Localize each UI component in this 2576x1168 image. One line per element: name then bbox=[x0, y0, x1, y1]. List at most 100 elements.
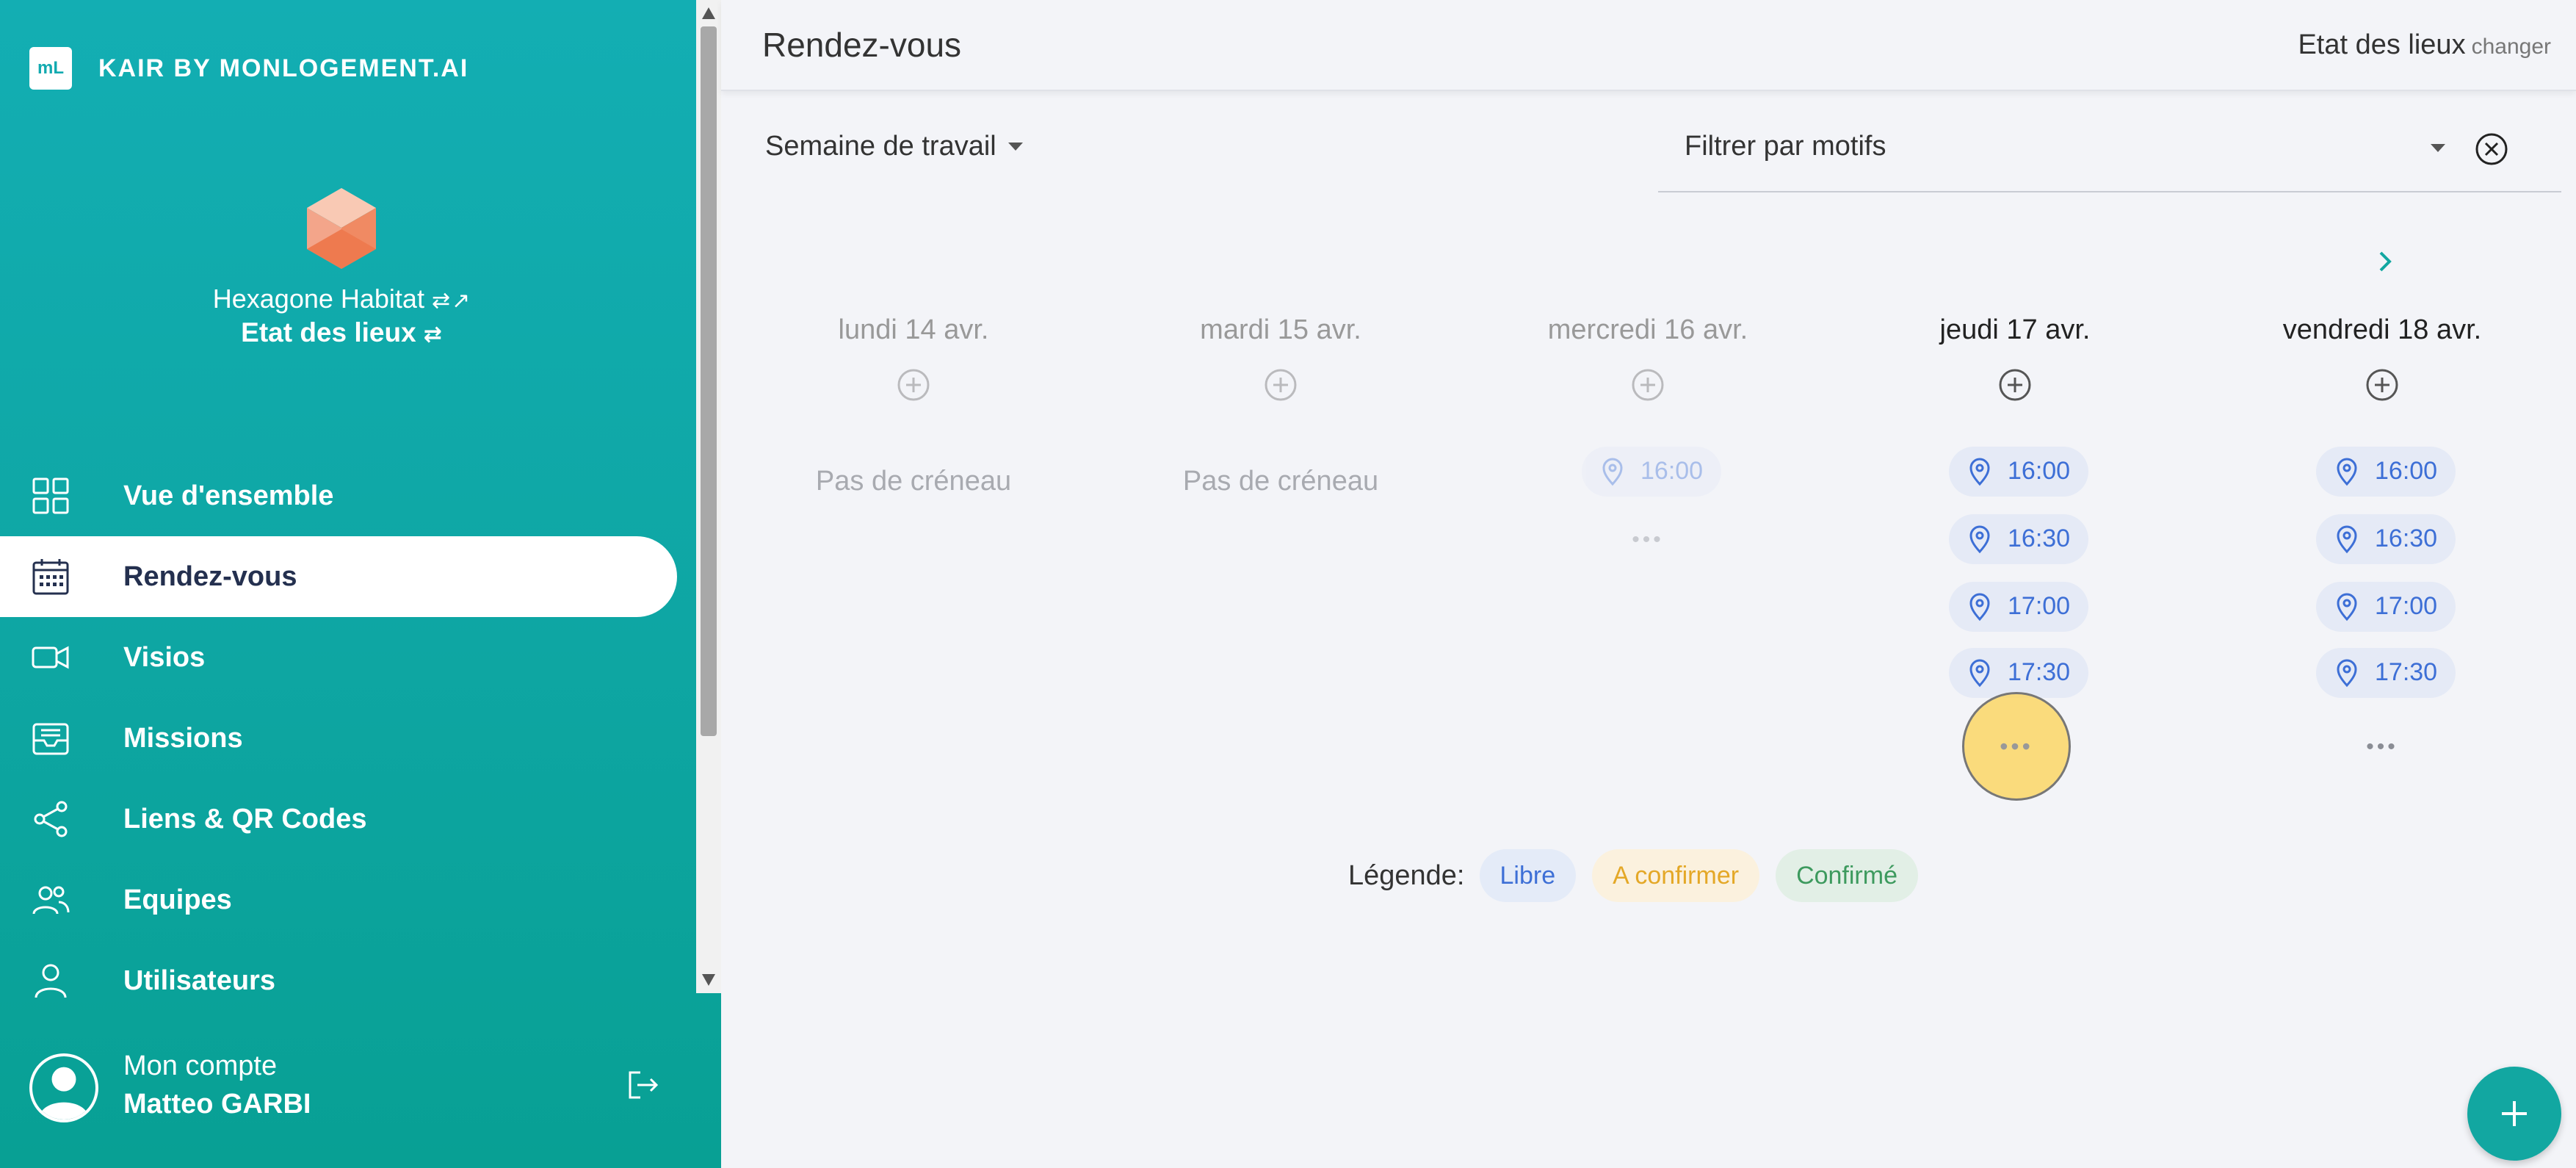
day-title: jeudi 17 avr. bbox=[1939, 314, 2091, 345]
slot-time: 16:00 bbox=[1640, 457, 1704, 485]
calendar-icon bbox=[32, 559, 69, 595]
time-slot[interactable]: 16:00 bbox=[2316, 447, 2456, 497]
avatar-icon bbox=[39, 1067, 89, 1120]
location-pin-icon bbox=[1969, 593, 1990, 621]
location-pin-icon bbox=[2337, 525, 2357, 554]
location-pin-icon bbox=[1969, 525, 1990, 554]
grid-icon bbox=[32, 477, 69, 514]
sidebar-item-liens-qr[interactable]: Liens & QR Codes bbox=[0, 779, 677, 859]
next-week-icon[interactable] bbox=[2370, 247, 2400, 276]
inbox-icon bbox=[32, 723, 69, 755]
chevron-down-icon bbox=[1007, 143, 1023, 151]
sidebar-item-rendez-vous[interactable]: Rendez-vous bbox=[0, 536, 677, 617]
legend-libre: Libre bbox=[1479, 849, 1577, 902]
change-context-link[interactable]: changer bbox=[2472, 35, 2551, 59]
slot-time: 16:30 bbox=[2375, 524, 2438, 552]
organization-name-label: Hexagone Habitat bbox=[212, 284, 424, 314]
organization-context-label: Etat des lieux bbox=[241, 317, 416, 347]
add-slot-icon[interactable] bbox=[1263, 367, 1298, 403]
legend-a-confirmer: A confirmer bbox=[1592, 849, 1760, 902]
legend-title: Légende: bbox=[1348, 859, 1465, 891]
legend-confirme: Confirmé bbox=[1776, 849, 1918, 902]
time-slot[interactable]: 17:30 bbox=[2316, 648, 2456, 698]
sidebar-item-label: Vue d'ensemble bbox=[123, 480, 334, 511]
location-pin-icon bbox=[1969, 659, 1990, 688]
organization-name[interactable]: Hexagone Habitat ⇄↗ bbox=[0, 284, 683, 314]
time-slot[interactable]: 17:00 bbox=[1949, 582, 2088, 632]
add-appointment-button[interactable] bbox=[2467, 1067, 2561, 1161]
sidebar-item-label: Missions bbox=[123, 722, 243, 754]
brand-logo: mL bbox=[29, 47, 72, 90]
time-slot[interactable]: 16:30 bbox=[2316, 514, 2456, 564]
time-slot[interactable]: 17:00 bbox=[2316, 582, 2456, 632]
add-slot-icon[interactable] bbox=[1630, 367, 1665, 403]
slot-time: 16:30 bbox=[2008, 524, 2071, 552]
motif-filter-select[interactable]: Filtrer par motifs bbox=[1658, 118, 2561, 192]
sidebar-item-label: Liens & QR Codes bbox=[123, 803, 367, 834]
context-selector: Etat des lieux changer bbox=[2298, 29, 2551, 61]
time-slot[interactable]: 16:00 bbox=[1949, 447, 2088, 497]
slot-time: 17:00 bbox=[2375, 592, 2438, 620]
video-icon bbox=[32, 646, 69, 669]
scroll-down-arrow[interactable] bbox=[702, 974, 715, 986]
location-pin-icon bbox=[1969, 458, 1990, 486]
brand-name: KAIR BY MONLOGEMENT.AI bbox=[98, 54, 469, 82]
sidebar-item-label: Utilisateurs bbox=[123, 965, 275, 996]
organization-logo-icon bbox=[307, 188, 376, 269]
location-pin-icon bbox=[1602, 458, 1623, 486]
logout-icon[interactable] bbox=[624, 1067, 661, 1103]
more-slots-button[interactable]: ••• bbox=[2345, 735, 2419, 759]
organization-context[interactable]: Etat des lieux ⇄ bbox=[0, 317, 683, 348]
sidebar-item-equipes[interactable]: Equipes bbox=[0, 859, 677, 940]
more-slots-button[interactable]: ••• bbox=[1611, 527, 1685, 552]
external-link-icon[interactable]: ↗ bbox=[452, 289, 470, 313]
location-pin-icon bbox=[2337, 593, 2357, 621]
brand[interactable]: mL KAIR BY MONLOGEMENT.AI bbox=[29, 47, 468, 90]
scroll-up-arrow[interactable] bbox=[702, 7, 715, 19]
no-slot-message: Pas de créneau bbox=[1182, 466, 1379, 497]
time-slot[interactable]: 16:30 bbox=[1949, 514, 2088, 564]
header: Rendez-vous Etat des lieux changer bbox=[721, 0, 2576, 91]
week-view-dropdown[interactable]: Semaine de travail bbox=[765, 131, 1023, 162]
account-name: Matteo GARBI bbox=[123, 1089, 311, 1120]
account-label: Mon compte bbox=[123, 1050, 278, 1081]
switch-organization-icon[interactable]: ⇄ bbox=[432, 289, 450, 313]
scroll-thumb[interactable] bbox=[701, 26, 717, 736]
filter-placeholder: Filtrer par motifs bbox=[1685, 131, 1886, 162]
clear-filter-icon[interactable] bbox=[2475, 132, 2508, 166]
location-pin-icon bbox=[2337, 458, 2357, 486]
day-title: vendredi 18 avr. bbox=[2282, 314, 2482, 345]
add-slot-icon[interactable] bbox=[1997, 367, 2033, 403]
account-section[interactable]: Mon compte Matteo GARBI bbox=[29, 1050, 676, 1124]
sidebar-scrollbar[interactable] bbox=[696, 0, 721, 993]
sidebar-item-label: Visios bbox=[123, 641, 206, 673]
day-title: lundi 14 avr. bbox=[838, 314, 989, 345]
switch-context-icon[interactable]: ⇄ bbox=[424, 322, 442, 347]
day-title: mercredi 16 avr. bbox=[1547, 314, 1748, 345]
sidebar-item-visios[interactable]: Visios bbox=[0, 617, 677, 698]
no-slot-message: Pas de créneau bbox=[815, 466, 1012, 497]
legend: Légende: Libre A confirmer Confirmé bbox=[1348, 849, 1934, 902]
week-view-label: Semaine de travail bbox=[765, 131, 996, 162]
user-icon bbox=[35, 964, 67, 998]
sidebar-item-utilisateurs[interactable]: Utilisateurs bbox=[0, 940, 677, 1021]
avatar[interactable] bbox=[29, 1053, 98, 1122]
more-slots-button[interactable]: ••• bbox=[1962, 692, 2071, 801]
add-slot-icon[interactable] bbox=[2365, 367, 2400, 403]
sidebar: mL KAIR BY MONLOGEMENT.AI Hexagone Habit… bbox=[0, 0, 721, 1168]
sidebar-item-label: Rendez-vous bbox=[123, 560, 297, 592]
slot-time: 16:00 bbox=[2008, 457, 2071, 485]
add-slot-icon[interactable] bbox=[896, 367, 931, 403]
plus-icon bbox=[2502, 1101, 2527, 1126]
slot-time: 16:00 bbox=[2375, 457, 2438, 485]
slot-time: 17:30 bbox=[2008, 658, 2071, 686]
context-label: Etat des lieux bbox=[2298, 29, 2466, 60]
location-pin-icon bbox=[2337, 659, 2357, 688]
sidebar-item-label: Equipes bbox=[123, 884, 232, 915]
time-slot[interactable]: 16:00 bbox=[1582, 447, 1721, 497]
time-slot[interactable]: 17:30 bbox=[1949, 648, 2088, 698]
day-title: mardi 15 avr. bbox=[1200, 314, 1361, 345]
sidebar-item-vue-ensemble[interactable]: Vue d'ensemble bbox=[0, 455, 677, 536]
page-title: Rendez-vous bbox=[762, 26, 962, 64]
sidebar-item-missions[interactable]: Missions bbox=[0, 698, 677, 779]
